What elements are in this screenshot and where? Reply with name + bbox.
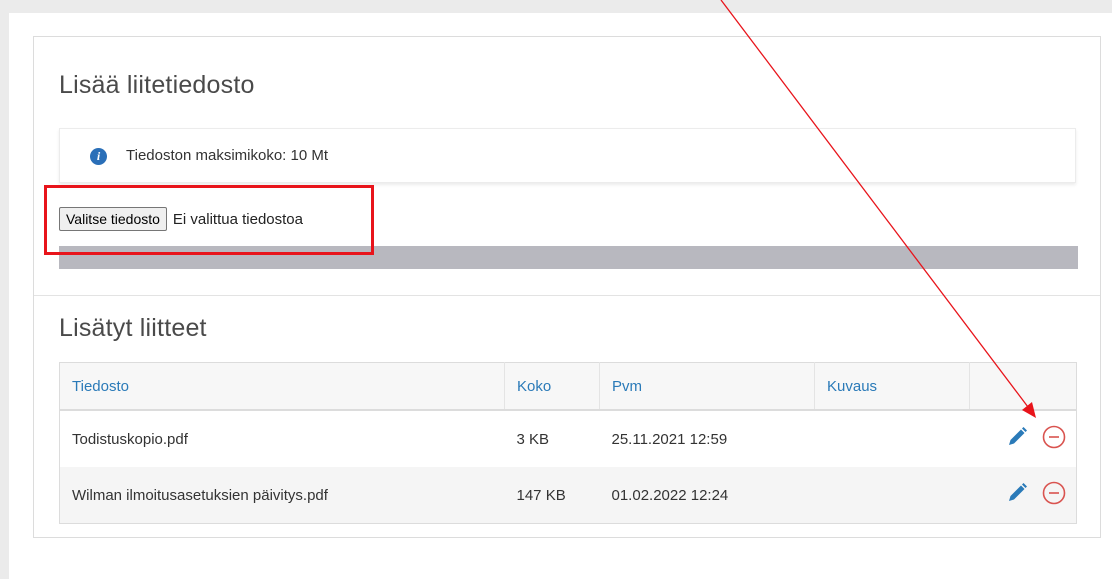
upload-section-title: Lisää liitetiedosto	[59, 71, 255, 99]
column-header-file[interactable]: Tiedosto	[59, 362, 505, 411]
file-name-cell: Wilman ilmoitusasetuksien päivitys.pdf	[59, 467, 505, 524]
file-description-cell	[814, 467, 970, 524]
column-header-date[interactable]: Pvm	[599, 362, 815, 411]
no-file-chosen-text: Ei valittua tiedostoa	[172, 210, 303, 228]
attachments-section-title: Lisätyt liitteet	[59, 314, 207, 342]
column-header-description[interactable]: Kuvaus	[814, 362, 970, 411]
max-size-text: Tiedoston maksimikoko: 10 Mt	[126, 147, 329, 164]
file-size-info-box: i Tiedoston maksimikoko: 10 Mt	[59, 128, 1076, 183]
table-row: Todistuskopio.pdf 3 KB 25.11.2021 12:59	[60, 410, 1077, 467]
column-header-actions	[969, 362, 1077, 411]
row-actions	[969, 467, 1077, 524]
column-header-size[interactable]: Koko	[504, 362, 600, 411]
attachments-table: Tiedosto Koko Pvm Kuvaus Todistuskopio.p…	[59, 362, 1077, 524]
table-row: Wilman ilmoitusasetuksien päivitys.pdf 1…	[59, 467, 1077, 524]
attachments-panel: Lisää liitetiedosto i Tiedoston maksimik…	[33, 36, 1101, 538]
pencil-icon[interactable]	[1006, 426, 1028, 452]
pencil-icon[interactable]	[1006, 482, 1028, 508]
row-actions	[970, 410, 1077, 467]
file-date-cell: 01.02.2022 12:24	[599, 467, 815, 524]
choose-file-button[interactable]: Valitse tiedosto	[59, 207, 167, 231]
minus-circle-icon[interactable]	[1042, 481, 1066, 509]
file-size-cell: 147 KB	[504, 467, 600, 524]
upload-progress-bar	[59, 246, 1078, 269]
file-name-cell: Todistuskopio.pdf	[72, 430, 188, 448]
info-icon: i	[90, 148, 107, 165]
page-background: Lisää liitetiedosto i Tiedoston maksimik…	[9, 13, 1112, 579]
file-input: Valitse tiedosto Ei valittua tiedostoa	[59, 206, 303, 232]
minus-circle-icon[interactable]	[1042, 425, 1066, 453]
file-size-cell: 3 KB	[516, 430, 550, 448]
file-date-cell: 25.11.2021 12:59	[611, 430, 728, 448]
file-description-cell	[815, 410, 970, 467]
section-divider	[34, 295, 1100, 296]
table-header-row: Tiedosto Koko Pvm Kuvaus	[59, 362, 1077, 411]
